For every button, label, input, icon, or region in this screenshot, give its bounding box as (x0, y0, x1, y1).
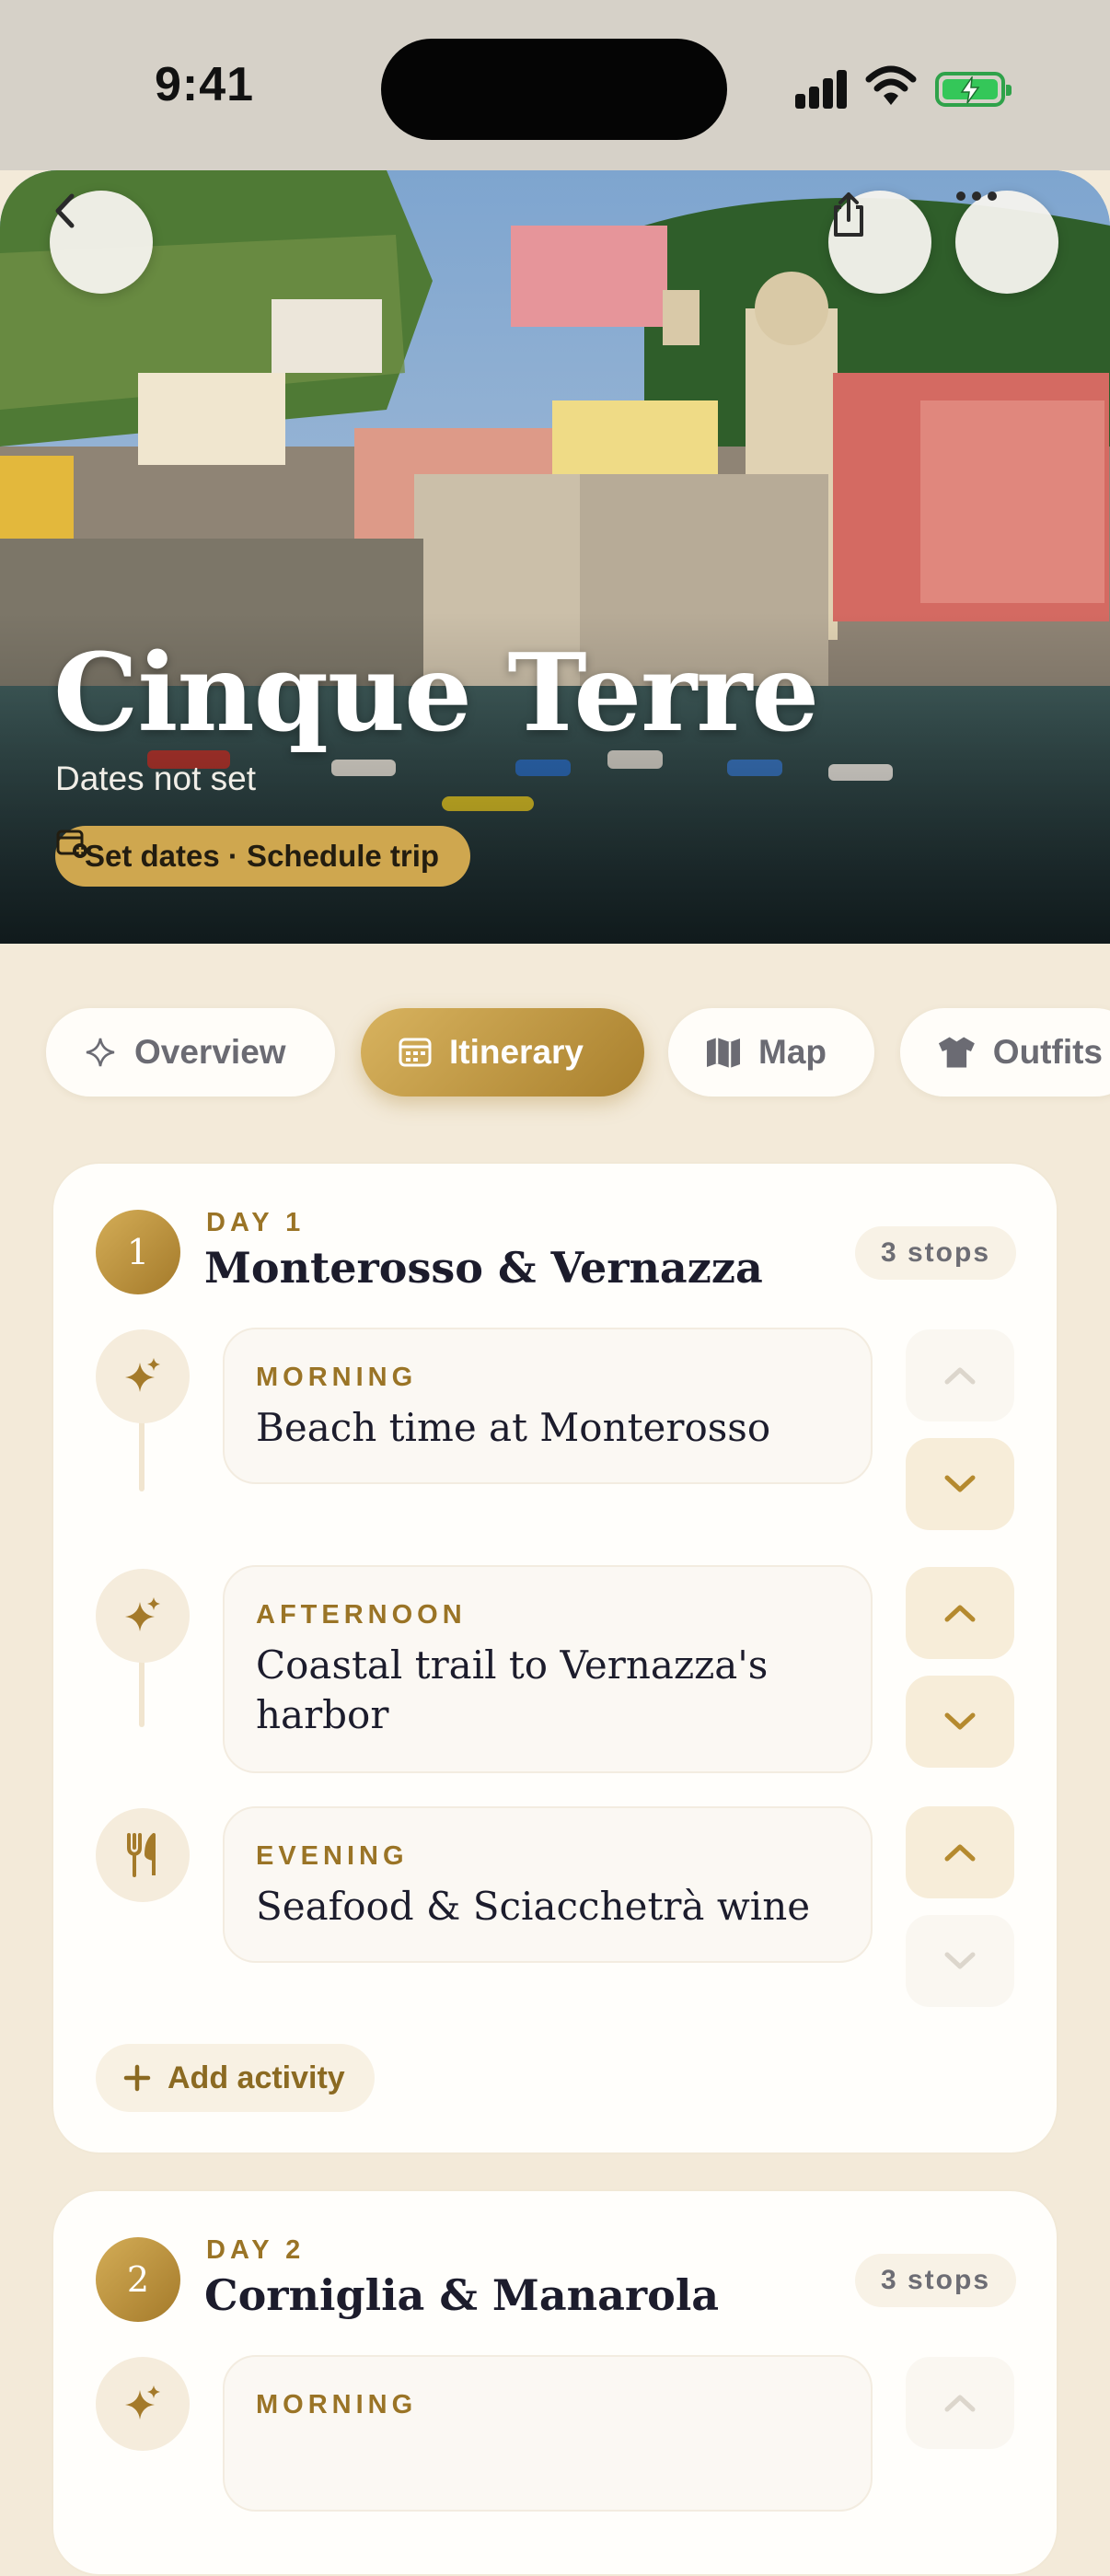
trip-title: Cinque Terre (53, 631, 819, 756)
sparkle-icon (125, 1358, 160, 1392)
day-card-1: 1 DAY 1 Monterosso & Vernazza 3 stops MO… (52, 1162, 1058, 2154)
stops-badge: 3 stops (854, 2254, 1016, 2307)
share-icon (834, 192, 863, 237)
map-icon (707, 1038, 740, 1068)
plus-icon (123, 2064, 151, 2092)
activity-title: Beach time at Monterosso (256, 1405, 771, 1450)
hero-image: Cinque Terre Dates not set Set dates · S… (0, 170, 1110, 944)
back-button[interactable] (50, 191, 153, 294)
day-label: DAY 1 (206, 1208, 306, 1237)
move-up-button[interactable] (906, 2357, 1014, 2449)
move-down-button[interactable] (906, 1676, 1014, 1768)
wifi-icon (865, 65, 917, 105)
calendar-plus-icon (56, 830, 87, 858)
chevron-down-icon (944, 1475, 976, 1492)
day-card-2: 2 DAY 2 Corniglia & Manarola 3 stops MOR… (52, 2189, 1058, 2576)
activity-icon (96, 2357, 190, 2451)
chevron-up-icon (944, 1367, 976, 1385)
set-dates-label: Set dates · Schedule trip (85, 839, 440, 873)
sparkle-icon (125, 2385, 160, 2419)
activity-card[interactable]: MORNING (223, 2355, 873, 2512)
add-activity-label: Add activity (168, 2060, 345, 2095)
chevron-up-icon (944, 1844, 976, 1862)
activity-icon (96, 1329, 190, 1423)
move-down-button[interactable] (906, 1438, 1014, 1530)
chevron-up-icon (944, 1605, 976, 1622)
stops-badge: 3 stops (854, 1226, 1016, 1280)
day-label: DAY 2 (206, 2235, 306, 2265)
battery-icon (935, 72, 1012, 107)
activity-title: Seafood & Sciacchetrà wine (256, 1884, 811, 1929)
sparkle-icon (125, 1597, 160, 1631)
section-tabs: Overview Itinerary Map Outfits (0, 1008, 1110, 1098)
trip-dates: Dates not set (55, 760, 257, 797)
move-up-button[interactable] (906, 1567, 1014, 1659)
move-up-button[interactable] (906, 1806, 1014, 1898)
chevron-down-icon (944, 1712, 976, 1730)
fork-knife-icon (127, 1833, 156, 1877)
share-button[interactable] (828, 191, 931, 294)
activity-card[interactable]: EVENING Seafood & Sciacchetrà wine (223, 1806, 873, 1963)
activity-icon (96, 1569, 190, 1663)
activity-period: MORNING (256, 1363, 418, 1392)
cellular-signal-icon (795, 70, 849, 109)
move-down-button[interactable] (906, 1915, 1014, 2007)
add-activity-button[interactable]: Add activity (96, 2044, 375, 2112)
activity-icon (96, 1808, 190, 1902)
day-number-badge: 1 (96, 1210, 180, 1294)
activity-card[interactable]: AFTERNOON Coastal trail to Vernazza's ha… (223, 1565, 873, 1773)
day-number-badge: 2 (96, 2237, 180, 2322)
day-title: Monterosso & Vernazza (204, 1243, 763, 1293)
chevron-left-icon (55, 193, 75, 228)
tab-itinerary[interactable]: Itinerary (361, 1008, 644, 1097)
chevron-up-icon (944, 2395, 976, 2412)
tab-overview[interactable]: Overview (46, 1008, 335, 1097)
status-bar: 9:41 (0, 0, 1110, 170)
more-button[interactable] (955, 191, 1058, 294)
tab-map[interactable]: Map (668, 1008, 874, 1097)
status-time: 9:41 (155, 58, 255, 111)
more-icon (956, 191, 997, 201)
chevron-down-icon (944, 1952, 976, 1969)
dynamic-island (381, 39, 727, 140)
activity-card[interactable]: MORNING Beach time at Monterosso (223, 1328, 873, 1484)
sparkle-icon (86, 1038, 115, 1067)
tab-outfits[interactable]: Outfits (900, 1008, 1110, 1097)
activity-title: Coastal trail to Vernazza's harbor (256, 1642, 769, 1737)
calendar-icon (399, 1038, 432, 1067)
activity-period: MORNING (256, 2390, 418, 2419)
shirt-icon (938, 1037, 975, 1068)
activity-period: EVENING (256, 1841, 409, 1871)
move-up-button[interactable] (906, 1329, 1014, 1421)
activity-period: AFTERNOON (256, 1600, 467, 1630)
set-dates-button[interactable]: Set dates · Schedule trip (55, 826, 471, 887)
day-title: Corniglia & Manarola (204, 2270, 720, 2320)
